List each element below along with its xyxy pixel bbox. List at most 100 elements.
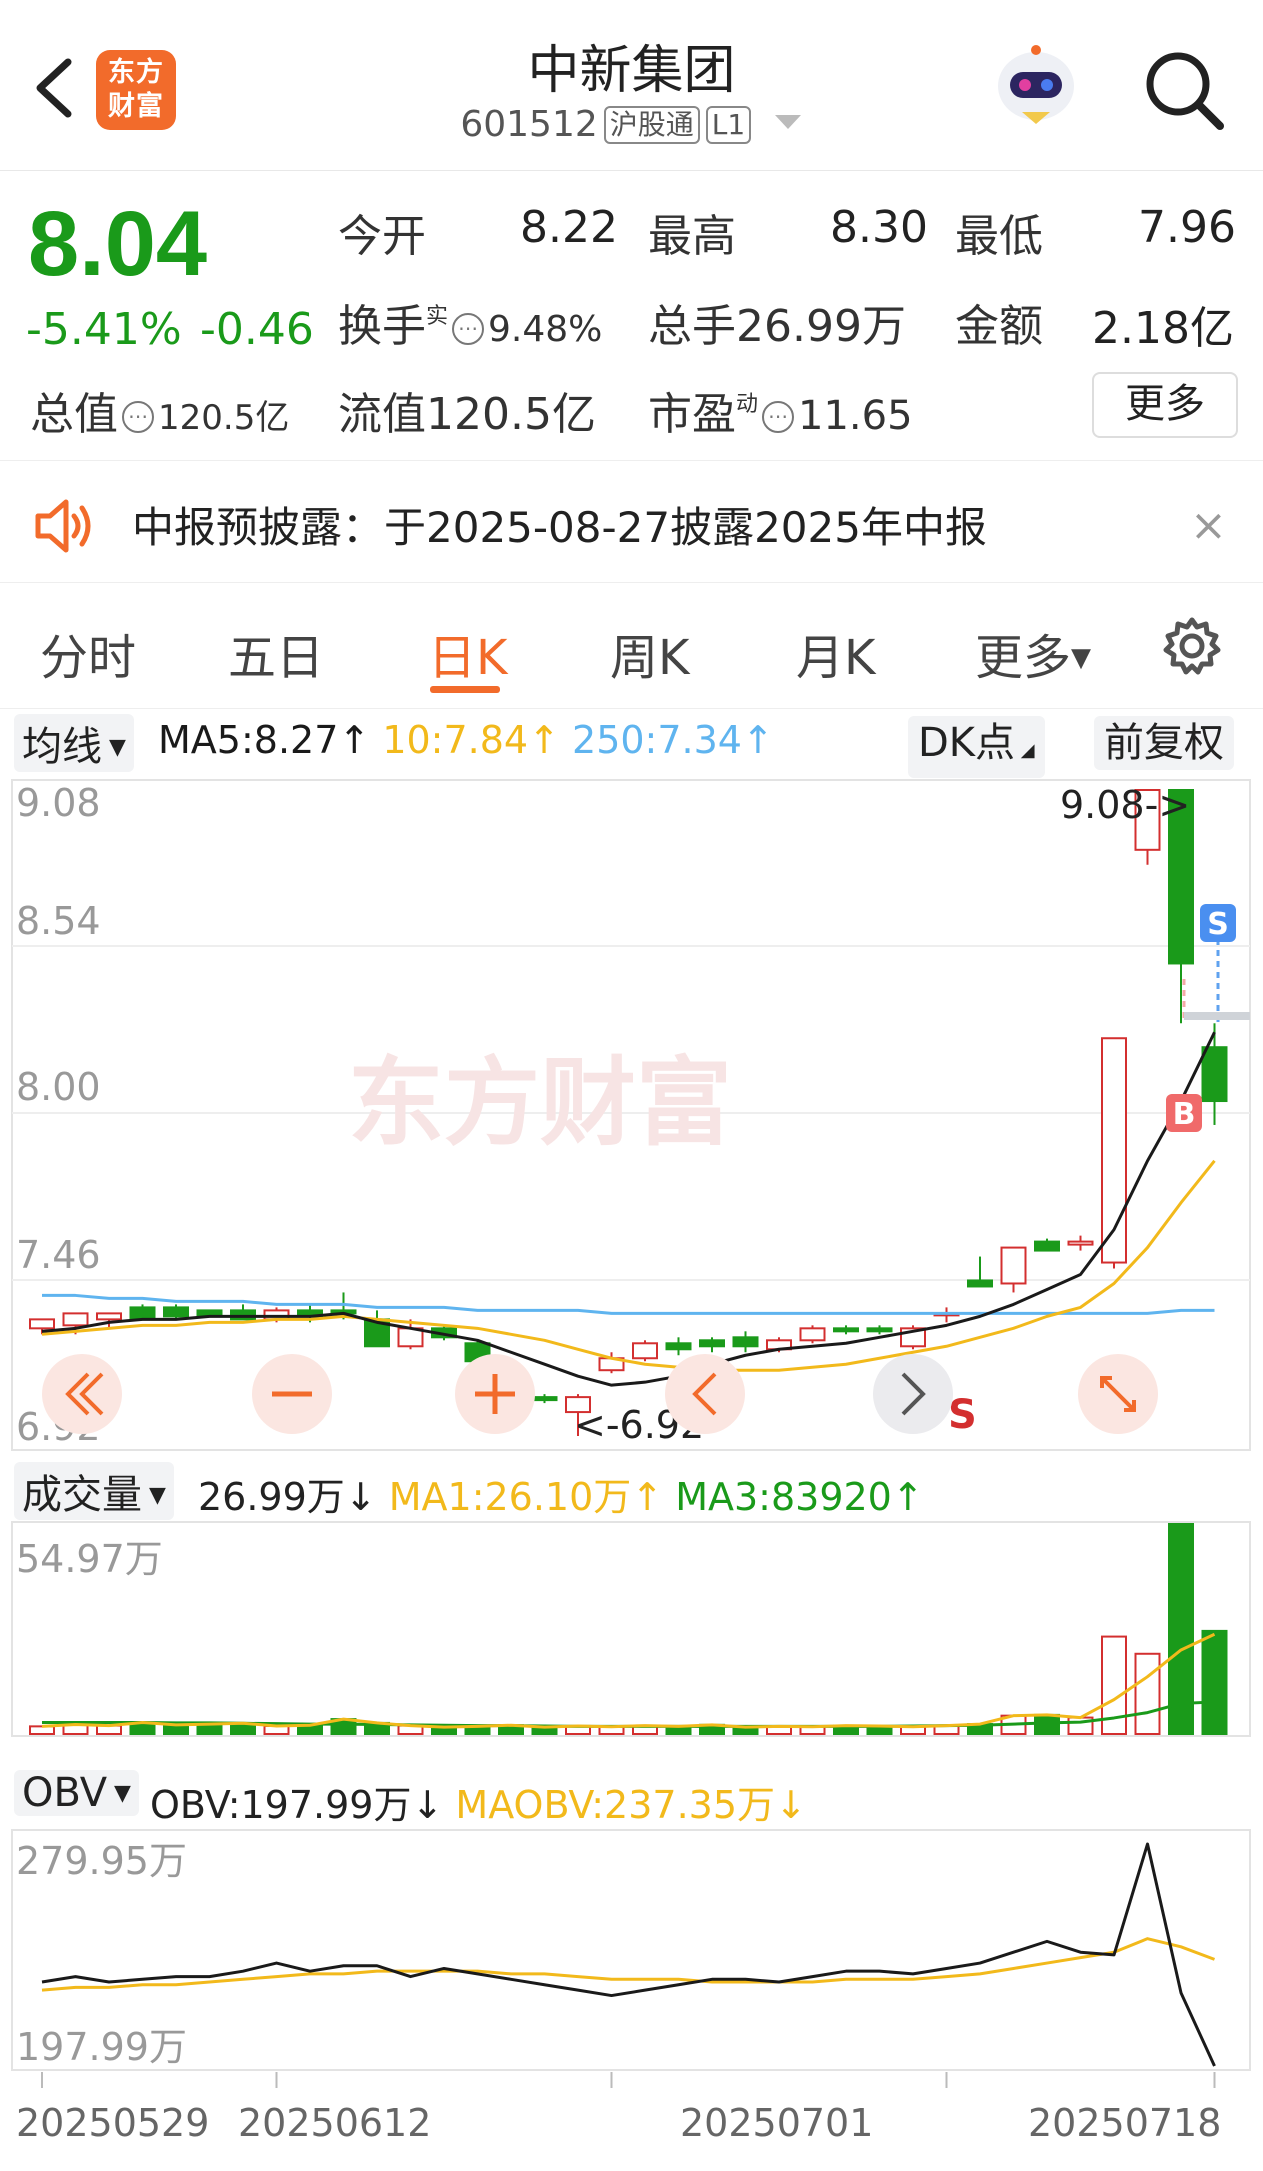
caret-down-icon: ▼	[1071, 643, 1092, 673]
market-cap-field[interactable]: 总值 ⋯ 120.5亿	[30, 378, 289, 442]
candle-body	[1034, 1240, 1060, 1252]
x-tick-label: 20250701	[680, 2101, 873, 2145]
obv-values: OBV:197.99万↓ MAOBV:237.35万↓	[150, 1774, 807, 1829]
market-cap-value: 120.5亿	[158, 398, 290, 438]
x-tick-label: 20250612	[238, 2101, 431, 2145]
sell-marker-text: S	[1207, 907, 1229, 942]
settings-gear-icon[interactable]	[1160, 614, 1224, 682]
caret-down-icon: ▼	[102, 735, 126, 760]
volume-ma3-value: MA3:83920↑	[675, 1475, 924, 1519]
candlestick	[364, 1310, 390, 1348]
obv-indicator-selector[interactable]: OBV ▼	[14, 1770, 139, 1816]
tab-five-day[interactable]: 五日	[228, 618, 324, 688]
dropdown-caret-icon	[774, 115, 801, 129]
amount-label: 金额	[955, 301, 1043, 352]
float-cap-value: 120.5亿	[426, 389, 596, 440]
active-tab-indicator	[430, 686, 500, 693]
candlestick	[699, 1337, 725, 1353]
step-right-button[interactable]	[873, 1354, 953, 1434]
divider	[0, 582, 1263, 583]
change-amount: -0.46	[200, 304, 314, 355]
candle-body	[1067, 1240, 1094, 1246]
high-label: 最高	[648, 211, 736, 262]
candle-body	[732, 1336, 759, 1348]
candlestick	[866, 1325, 893, 1335]
candle-body	[29, 1318, 55, 1330]
scroll-left-button[interactable]	[42, 1354, 122, 1434]
zoom-in-button[interactable]	[455, 1354, 535, 1434]
candlestick	[967, 1256, 993, 1288]
tab-weekly-k[interactable]: 周K	[610, 618, 689, 688]
volume-value: 26.99万↓	[198, 1475, 377, 1519]
search-icon[interactable]	[1140, 46, 1230, 136]
pe-field[interactable]: 市盈动 ⋯ 11.65	[648, 378, 913, 442]
watermark: 东方财富	[348, 1047, 732, 1159]
tab-intraday[interactable]: 分时	[40, 618, 136, 688]
volume-selector-label: 成交量	[22, 1472, 142, 1518]
candlestick	[799, 1325, 826, 1344]
candle-body	[632, 1342, 658, 1360]
notice-text[interactable]: 中报预披露：于2025-08-27披露2025年中报	[132, 494, 987, 555]
candle-body	[1000, 1246, 1027, 1285]
candle-body	[129, 1306, 156, 1321]
tab-more[interactable]: 更多▼	[975, 618, 1091, 688]
speaker-icon	[32, 496, 96, 560]
open-label: 今开	[338, 211, 426, 262]
obv-selector-label: OBV	[22, 1770, 108, 1816]
y-tick-label: 8.54	[16, 899, 101, 943]
stock-code: 601512	[460, 104, 598, 145]
buy-marker-text: B	[1173, 1097, 1196, 1132]
candle-body	[163, 1306, 189, 1318]
divider	[0, 708, 1263, 709]
candle-body	[967, 1279, 993, 1288]
ma250-value: 250:7.34↑	[572, 718, 774, 762]
tab-daily-k[interactable]: 日K	[428, 618, 507, 688]
ma-selector[interactable]: 均线 ▼	[14, 714, 134, 772]
close-icon[interactable]: ×	[1190, 500, 1227, 551]
pe-value: 11.65	[798, 393, 913, 439]
candle-body	[531, 1396, 558, 1402]
dk-point-toggle[interactable]: DK点 ◢	[908, 716, 1045, 778]
candle-body	[699, 1339, 725, 1348]
more-quote-button[interactable]: 更多	[1092, 372, 1238, 438]
candlestick	[1034, 1238, 1060, 1252]
turnover-field[interactable]: 换手实 ⋯ 9.48%	[338, 290, 602, 354]
fullscreen-button[interactable]	[1078, 1354, 1158, 1434]
change-percent: -5.41%	[26, 304, 182, 355]
candlestick	[665, 1337, 692, 1356]
x-tick-label: 20250529	[16, 2101, 209, 2145]
tab-monthly-k[interactable]: 月K	[796, 618, 875, 688]
volume-label: 总手	[648, 301, 736, 352]
volume-ma1-line	[41, 1632, 1216, 1729]
caret-down-icon: ▼	[107, 1781, 131, 1806]
volume-indicator-selector[interactable]: 成交量 ▼	[14, 1462, 174, 1520]
ma10-value: 10:7.84↑	[382, 718, 560, 762]
x-tick-label: 20250718	[1028, 2101, 1221, 2145]
candle-body	[62, 1312, 89, 1327]
caret-down-icon: ▼	[142, 1483, 166, 1508]
high-value: 8.30	[830, 202, 928, 253]
candlestick	[632, 1340, 658, 1362]
top-navigation-bar: 东方财富 中新集团 601512 沪股通 L1	[0, 0, 1263, 171]
adjust-selector[interactable]: 前复权	[1094, 716, 1234, 770]
candlestick	[129, 1304, 156, 1321]
volume-field: 总手26.99万	[648, 290, 906, 354]
dk-point-label: DK点	[918, 720, 1016, 766]
zoom-out-button[interactable]	[252, 1354, 332, 1434]
pe-label: 市盈	[648, 389, 736, 440]
ma-values: MA5:8.27↑ 10:7.84↑ 250:7.34↑	[158, 718, 774, 762]
tab-more-label: 更多	[975, 630, 1072, 686]
float-cap-label: 流值	[338, 389, 426, 440]
info-icon: ⋯	[122, 401, 154, 433]
corner-triangle-icon: ◢	[1015, 740, 1035, 761]
candlestick	[1000, 1246, 1027, 1293]
candlestick	[1101, 1037, 1127, 1269]
volume-bar	[29, 1725, 55, 1736]
candlestick	[732, 1331, 759, 1353]
step-left-button[interactable]	[665, 1354, 745, 1434]
turnover-label: 换手	[338, 301, 426, 352]
turnover-sup: 实	[426, 304, 449, 329]
maobv-line	[41, 1937, 1216, 1992]
robot-assistant-icon[interactable]	[990, 42, 1082, 134]
info-icon: ⋯	[452, 313, 485, 345]
